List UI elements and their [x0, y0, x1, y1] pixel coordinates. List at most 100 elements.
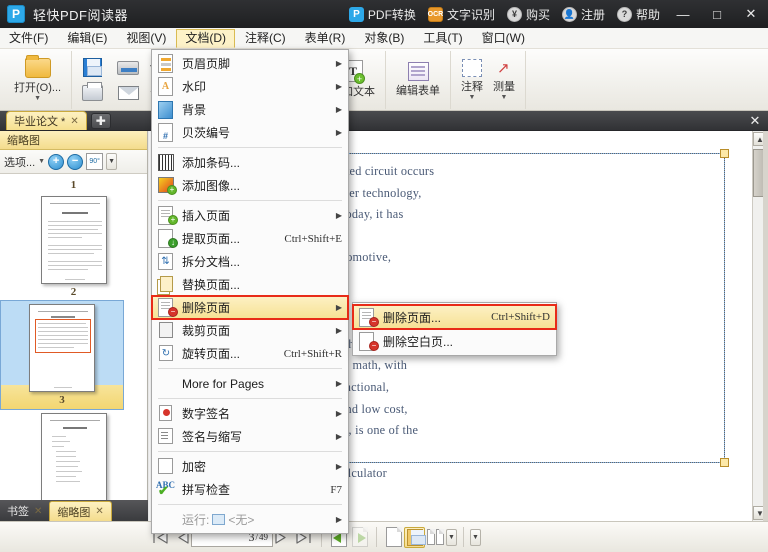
divider [376, 527, 377, 547]
menu-item-replace-page[interactable]: 替换页面... [152, 273, 348, 296]
submenu-arrow-icon: ▶ [335, 105, 342, 114]
menu-item-rotate-page[interactable]: ↻ 旋转页面... Ctrl+Shift+R [152, 342, 348, 365]
run-placeholder-icon [156, 510, 178, 529]
annotate-button[interactable]: 注释 ▼ [456, 56, 488, 104]
menu-item-split-document[interactable]: ⇅ 拆分文档... [152, 250, 348, 273]
thumb-line [61, 212, 88, 214]
menu-item-add-barcode[interactable]: 添加条码... [152, 151, 348, 174]
menu-item-label: 添加条码... [182, 156, 241, 170]
menu-file[interactable]: 文件(F) [0, 29, 57, 48]
thumb-line [55, 456, 76, 457]
menu-item-digital-signature[interactable]: 数字签名 ▶ [152, 402, 348, 425]
thumbnail-image [40, 413, 107, 500]
submenu-arrow-icon: ▶ [335, 432, 342, 441]
menu-edit[interactable]: 编辑(E) [58, 29, 116, 48]
thumbnail-item-3-selected[interactable]: 3 [0, 300, 124, 410]
tab-thumbnails[interactable]: 缩略图 ✕ [49, 501, 112, 521]
question-icon: ? [616, 6, 632, 22]
chevron-down-icon[interactable]: ▼ [38, 158, 45, 165]
document-tab-label: 毕业论文 * [14, 116, 66, 128]
thumbnail-number: 1 [70, 179, 77, 191]
menu-item-extract-page[interactable]: ↓ 提取页面... Ctrl+Shift+E [152, 227, 348, 250]
view-mode-chevron-down-icon[interactable]: ▼ [446, 528, 457, 546]
menu-item-watermark[interactable]: A 水印 ▶ [152, 75, 348, 98]
menu-item-header-footer[interactable]: 页眉页脚 ▶ [152, 52, 348, 75]
menu-item-signature-initials[interactable]: 签名与缩写 ▶ [152, 425, 348, 448]
menu-separator [158, 147, 342, 148]
annotate-chevron-down-icon[interactable]: ▼ [469, 94, 476, 101]
scan-button[interactable] [112, 58, 144, 78]
divider [463, 527, 464, 547]
measure-button[interactable]: 测量 ▼ [488, 56, 520, 104]
chevron-down-icon[interactable]: ▼ [34, 95, 41, 102]
document-menu[interactable]: 页眉页脚 ▶ A 水印 ▶ 背景 ▶ # 贝茨编号 ▶ 添加条码... + 添加… [151, 49, 349, 534]
close-icon[interactable]: ✕ [34, 506, 42, 517]
panel-more-button[interactable]: ▼ [106, 153, 118, 170]
menu-item-bates-numbering[interactable]: # 贝茨编号 ▶ [152, 121, 348, 144]
ocr-button[interactable]: OCR 文字识别 [422, 0, 501, 28]
menu-item-delete-page[interactable]: − 删除页面 ▶ [151, 295, 349, 320]
email-button[interactable] [113, 83, 144, 103]
facing-pages-button[interactable] [425, 527, 446, 548]
document-tab[interactable]: 毕业论文 * ✕ [6, 111, 87, 130]
close-icon[interactable]: ✕ [95, 506, 103, 517]
help-button[interactable]: ? 帮助 [611, 0, 666, 28]
close-button[interactable]: ✕ [734, 0, 768, 28]
menu-separator [158, 504, 342, 505]
submenu-item-delete-pages[interactable]: − 删除页面... Ctrl+Shift+D [352, 304, 557, 330]
thumbnail-zoom-in-button[interactable]: + [48, 153, 65, 170]
thumbnail-zoom-out-button[interactable]: − [67, 153, 84, 170]
edit-form-button[interactable]: 编辑表单 [391, 59, 445, 101]
more-options-chevron-down-icon[interactable]: ▼ [470, 528, 481, 546]
pdf-convert-button[interactable]: P PDF转换 [343, 0, 422, 28]
thumbnail-list[interactable]: 1 2 3 [0, 174, 147, 500]
thumbnail-item-1[interactable]: 1 [0, 174, 147, 193]
close-icon[interactable]: ✕ [70, 116, 78, 127]
measure-chevron-down-icon[interactable]: ▼ [501, 94, 508, 101]
single-page-view-button[interactable] [383, 527, 404, 548]
delete-page-submenu[interactable]: − 删除页面... Ctrl+Shift+D − 删除空白页... [352, 302, 557, 356]
thumbnail-image [29, 304, 95, 392]
background-icon [156, 100, 178, 119]
menu-item-background[interactable]: 背景 ▶ [152, 98, 348, 121]
menu-object[interactable]: 对象(B) [355, 29, 413, 48]
thumbnail-item-2[interactable]: 2 [0, 193, 147, 300]
maximize-button[interactable]: □ [700, 0, 734, 28]
menu-tools[interactable]: 工具(T) [414, 29, 471, 48]
menu-item-insert-page[interactable]: + 插入页面 ▶ [152, 204, 348, 227]
menu-comment[interactable]: 注释(C) [236, 29, 295, 48]
toolbar-group-annotate: 注释 ▼ 测量 ▼ [451, 50, 526, 109]
new-tab-button[interactable]: ✚ [90, 113, 111, 129]
menu-item-shortcut: Ctrl+Shift+E [284, 232, 342, 245]
menu-form[interactable]: 表单(R) [296, 29, 355, 48]
menu-item-spellcheck[interactable]: ABC ✔ 拼写检查 F7 [152, 478, 348, 501]
menu-item-encrypt[interactable]: 加密 ▶ [152, 455, 348, 478]
menu-item-add-image[interactable]: + 添加图像... [152, 174, 348, 197]
continuous-view-button[interactable] [404, 526, 426, 548]
buy-button[interactable]: ¥ 购买 [501, 0, 556, 28]
menu-item-run[interactable]: 运行: <无> ▶ [152, 508, 348, 531]
register-button[interactable]: 👤 注册 [556, 0, 611, 28]
save-button[interactable] [78, 55, 107, 80]
menu-item-crop-page[interactable]: 裁剪页面 ▶ [152, 319, 348, 342]
resize-handle-top-right[interactable] [720, 149, 729, 158]
close-all-tabs-button[interactable]: ✕ [742, 111, 768, 130]
thumbnail-item-4[interactable] [0, 410, 147, 500]
thumb-line [38, 343, 88, 344]
open-button[interactable]: 打开(O)... ▼ [9, 54, 66, 105]
toolbar: 打开(O)... ▼ ▼ ▼ [0, 49, 768, 111]
tab-bookmarks[interactable]: 书签 ✕ [0, 501, 49, 521]
minimize-button[interactable]: — [666, 0, 700, 28]
menu-document[interactable]: 文档(D) [176, 28, 235, 48]
menu-view[interactable]: 视图(V) [117, 29, 175, 48]
forward-navigation-button[interactable] [349, 527, 370, 548]
thumb-line [51, 441, 70, 442]
rotate-thumbnail-icon[interactable]: 90° [86, 153, 104, 170]
options-button[interactable]: 选项... ▼ [4, 154, 45, 170]
print-button[interactable] [77, 82, 108, 104]
submenu-item-delete-blank-pages[interactable]: − 删除空白页... [353, 329, 556, 353]
menu-window[interactable]: 窗口(W) [473, 29, 534, 48]
plus-badge-icon-2: + [354, 73, 365, 84]
menu-item-more-for-pages[interactable]: More for Pages ▶ [152, 372, 348, 395]
thumb-line [51, 446, 64, 447]
